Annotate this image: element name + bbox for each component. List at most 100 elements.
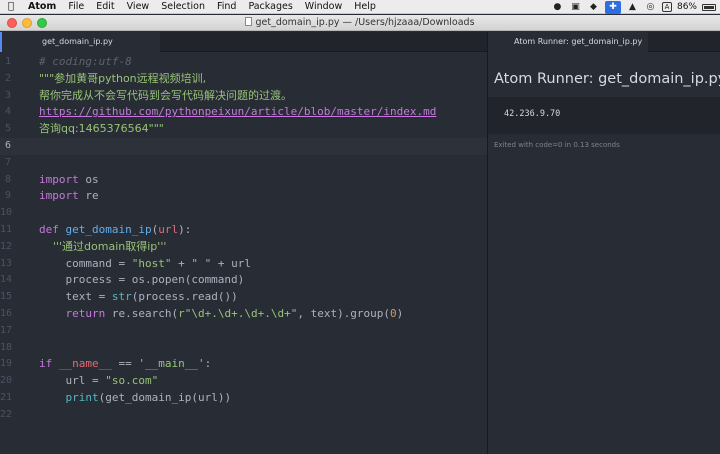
code-text: process = os.popen(command) <box>39 272 244 289</box>
code-token: r"\d+.\d+.\d+.\d+" <box>178 307 298 320</box>
code-line[interactable]: 14 process = os.popen(command) <box>0 272 487 289</box>
battery-percent[interactable]: 86% <box>677 2 697 12</box>
code-line[interactable]: 11 def get_domain_ip(url): <box>0 222 487 239</box>
menu-atom[interactable]: Atom <box>22 0 62 14</box>
code-token: import <box>39 189 79 203</box>
code-token: os <box>78 172 99 186</box>
tab-get-domain-ip[interactable]: get_domain_ip.py <box>0 32 160 52</box>
code-line[interactable]: 1 # coding:utf-8 <box>0 54 487 71</box>
code-token: '''通过domain取得ip''' <box>39 239 167 253</box>
atom-runner-pane: Atom Runner: get_domain_ip.py 42.236.9.7… <box>488 53 720 454</box>
runner-output[interactable]: 42.236.9.70 <box>488 97 720 134</box>
code-line[interactable]: 6 <box>0 138 487 155</box>
code-token: if <box>39 357 53 371</box>
code-token: https://github.com/pythonpeixun/article/… <box>39 105 437 119</box>
code-token: ): <box>178 223 192 236</box>
code-token: "so.com" <box>105 374 159 388</box>
window-title: get_domain_ip.py — /Users/hjzaaa/Downloa… <box>255 17 475 28</box>
code-token: + <box>171 256 192 270</box>
code-line[interactable]: 19 if __name__ == '__main__': <box>0 356 487 373</box>
window-titlebar: get_domain_ip.py — /Users/hjzaaa/Downloa… <box>0 15 720 31</box>
tab-label: get_domain_ip.py <box>42 37 113 46</box>
code-line[interactable]: 8 import os <box>0 172 487 189</box>
menu-packages[interactable]: Packages <box>242 0 298 14</box>
code-token: (process.read()) <box>131 290 238 304</box>
qq-icon[interactable]: ▲ <box>626 2 639 13</box>
line-number: 8 <box>4 173 11 185</box>
code-token: + url <box>211 256 251 270</box>
code-line[interactable]: 3 帮你完成从不会写代码到会写代码解决问题的过渡。 <box>0 88 487 105</box>
runner-status: Exited with code=0 in 0.13 seconds <box>494 141 620 149</box>
code-token: "host" <box>131 256 172 270</box>
window-title-wrap: get_domain_ip.py — /Users/hjzaaa/Downloa… <box>0 15 720 31</box>
line-number: 14 <box>0 274 13 286</box>
screenshot-icon[interactable]: ▣ <box>569 2 582 13</box>
code-token: def <box>39 223 59 236</box>
code-text: 帮你完成从不会写代码到会写代码解决问题的过渡。 <box>39 88 292 105</box>
code-token: url <box>158 223 179 236</box>
code-line[interactable]: 9 import re <box>0 188 487 205</box>
code-token: url = <box>39 374 106 388</box>
wechat-icon[interactable]: ● <box>551 2 564 13</box>
code-token: return <box>65 307 106 320</box>
code-line[interactable]: 18 <box>0 340 487 357</box>
code-line[interactable]: 15 text = str(process.read()) <box>0 289 487 306</box>
line-number: 9 <box>4 190 11 202</box>
code-token: __name__ <box>58 357 112 371</box>
wifi-icon[interactable]: ◎ <box>644 2 657 13</box>
code-line[interactable]: 10 <box>0 205 487 222</box>
code-text: https://github.com/pythonpeixun/article/… <box>39 104 436 121</box>
line-number: 2 <box>4 72 11 84</box>
menu-window[interactable]: Window <box>299 0 348 14</box>
menu-selection[interactable]: Selection <box>155 0 211 14</box>
code-token: ) <box>396 307 404 320</box>
menu-find[interactable]: Find <box>211 0 242 14</box>
code-text: def get_domain_ip(url): <box>39 222 191 239</box>
dropbox-icon[interactable]: ◆ <box>587 2 600 13</box>
line-number: 13 <box>0 257 13 269</box>
line-number: 4 <box>4 106 11 118</box>
code-line[interactable]: 22 <box>0 407 487 424</box>
code-line[interactable]: 13 command = "host" + " " + url <box>0 256 487 273</box>
editor-tab-bar: get_domain_ip.py <box>0 32 487 52</box>
code-line[interactable]: 4 https://github.com/pythonpeixun/article… <box>0 104 487 121</box>
line-number: 7 <box>4 156 11 168</box>
code-line[interactable]: 5 咨询qq:1465376564""" <box>0 121 487 138</box>
code-line[interactable]: 7 <box>0 155 487 172</box>
menu-help[interactable]: Help <box>348 0 382 14</box>
code-text: print(get_domain_ip(url)) <box>39 390 232 407</box>
code-token: get_domain_ip <box>65 223 152 236</box>
code-text: '''通过domain取得ip''' <box>39 239 166 256</box>
code-text: """参加黄哥python远程视频培训, <box>39 71 206 88</box>
menu-view[interactable]: View <box>121 0 156 14</box>
code-token: command = <box>39 256 132 270</box>
line-number: 20 <box>0 375 13 387</box>
code-token: print <box>65 391 99 404</box>
code-line[interactable]: 2 """参加黄哥python远程视频培训, <box>0 71 487 88</box>
code-line[interactable]: 16 return re.search(r"\d+.\d+.\d+.\d+", … <box>0 306 487 323</box>
keyboard-layout-icon[interactable]: A <box>661 2 672 12</box>
line-number: 5 <box>4 123 11 135</box>
code-editor[interactable]: 1 # coding:utf-8 2 """参加黄哥python远程视频培训, 3 帮你完… <box>0 53 487 454</box>
input-method-icon[interactable]: ✚ <box>604 0 621 14</box>
tab-atom-runner[interactable]: Atom Runner: get_domain_ip.py <box>488 32 648 52</box>
code-line[interactable]: 12 '''通过domain取得ip''' <box>0 239 487 256</box>
file-icon <box>245 17 253 26</box>
line-number: 17 <box>0 324 13 336</box>
apple-menu-icon[interactable]:  <box>0 1 22 12</box>
runner-tab-bar: Atom Runner: get_domain_ip.py <box>488 32 720 52</box>
code-line[interactable]: 17 <box>0 323 487 340</box>
code-token: " " <box>191 256 212 270</box>
code-line[interactable]: 21 print(get_domain_ip(url)) <box>0 390 487 407</box>
battery-icon[interactable] <box>702 3 716 11</box>
line-number: 22 <box>0 408 13 420</box>
code-token: """参加黄哥python远程视频培训, <box>39 71 207 85</box>
menu-file[interactable]: File <box>62 0 90 14</box>
code-line[interactable]: 20 url = "so.com" <box>0 373 487 390</box>
menu-edit[interactable]: Edit <box>90 0 120 14</box>
line-number: 12 <box>0 240 13 252</box>
